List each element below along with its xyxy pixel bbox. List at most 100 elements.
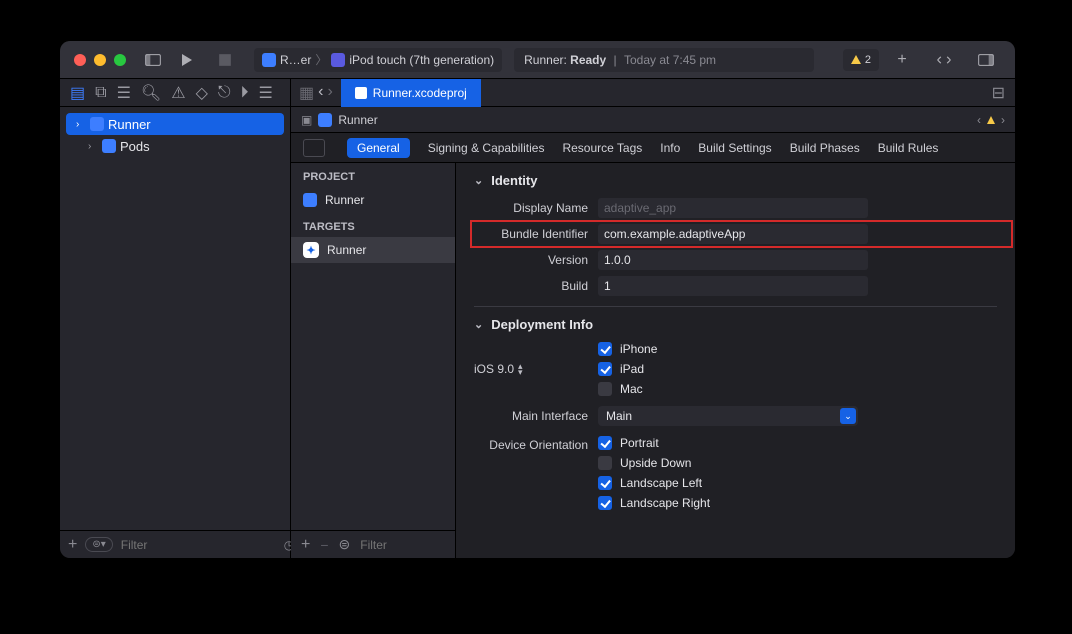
stop-button[interactable] <box>212 49 238 71</box>
tab-signing[interactable]: Signing & Capabilities <box>428 141 545 155</box>
nav-forward-button[interactable]: › <box>327 83 332 103</box>
project-icon <box>318 113 332 127</box>
warnings-badge[interactable]: 2 <box>843 49 879 71</box>
target-item-label: Runner <box>327 243 366 257</box>
device-ipad-checkbox[interactable]: iPad <box>598 362 657 376</box>
run-button[interactable] <box>174 49 200 71</box>
project-item-label: Runner <box>325 193 364 207</box>
add-target-button[interactable]: + <box>301 536 310 554</box>
scheme-device-label: iPod touch (7th generation) <box>349 53 494 67</box>
chevron-right-icon[interactable]: › <box>1001 113 1005 127</box>
warning-icon <box>851 55 861 64</box>
debug-navigator-icon[interactable]: ⎋ <box>218 84 231 102</box>
targets-footer: + − ⊜ <box>291 530 455 558</box>
disclosure-icon[interactable]: › <box>88 141 98 152</box>
build-field[interactable] <box>598 276 868 296</box>
dropdown-icon: ⌄ <box>840 408 856 424</box>
code-review-button[interactable] <box>931 49 957 71</box>
toggle-inspector-button[interactable] <box>973 49 999 71</box>
version-field[interactable] <box>598 250 868 270</box>
project-icon <box>303 193 317 207</box>
tab-resource-tags[interactable]: Resource Tags <box>562 141 642 155</box>
navigator-footer: + ⊜▾ ◷ ⊞ <box>60 530 290 558</box>
bundle-identifier-row: Bundle Identifier <box>474 224 997 244</box>
source-control-navigator-icon[interactable]: ⧉ <box>95 84 106 102</box>
toggle-navigator-button[interactable] <box>140 49 166 71</box>
orientation-upside-checkbox[interactable]: Upside Down <box>598 456 710 470</box>
navigator-filter-input[interactable] <box>121 538 276 552</box>
orientation-label: Device Orientation <box>474 436 598 452</box>
scheme-selector[interactable]: R…er 〉 iPod touch (7th generation) <box>254 48 502 72</box>
scheme-app-icon <box>262 53 276 67</box>
tab-general[interactable]: General <box>347 138 410 158</box>
targets-column: PROJECT Runner TARGETS ✦ Runner + − ⊜ <box>291 163 456 558</box>
orientation-portrait-checkbox[interactable]: Portrait <box>598 436 710 450</box>
target-item-runner[interactable]: ✦ Runner <box>291 237 455 263</box>
disclosure-icon[interactable]: › <box>76 119 86 130</box>
crumb-label[interactable]: Runner <box>338 113 377 127</box>
editor-options-icon[interactable]: ⊟ <box>992 85 1005 102</box>
orientation-landscape-right-checkbox[interactable]: Landscape Right <box>598 496 710 510</box>
tree-item-runner[interactable]: › Runner <box>66 113 284 135</box>
file-tab-label: Runner.xcodeproj <box>373 86 467 100</box>
app-icon: ✦ <box>303 242 319 258</box>
tree-item-label: Pods <box>120 139 150 154</box>
tab-build-phases[interactable]: Build Phases <box>790 141 860 155</box>
tab-build-settings[interactable]: Build Settings <box>698 141 771 155</box>
titlebar: R…er 〉 iPod touch (7th generation) Runne… <box>60 41 1015 79</box>
navigator-selector: ▤ ⧉ ☰ 🔍︎ ⚠︎ ◇ ⎋ ⏵ ☰ <box>60 79 290 107</box>
tab-bar: ▦ ‹ › Runner.xcodeproj ⊟ <box>291 79 1015 107</box>
tab-info[interactable]: Info <box>660 141 680 155</box>
chevron-down-icon: ⌄ <box>474 174 483 187</box>
activity-status: Runner: Ready | Today at 7:45 pm <box>514 48 814 72</box>
deployment-section-label: Deployment Info <box>491 317 593 332</box>
general-settings-form: ⌄ Identity Display Name Bundle Identifie… <box>456 163 1015 558</box>
stepper-icon: ▴▾ <box>518 363 523 375</box>
xcode-window: R…er 〉 iPod touch (7th generation) Runne… <box>60 41 1015 558</box>
issue-navigator-icon[interactable]: ⚠︎ <box>171 83 185 103</box>
project-icon <box>90 117 104 131</box>
project-navigator-icon[interactable]: ▤ <box>70 83 85 103</box>
ios-target-label: iOS 9.0 <box>474 362 514 376</box>
warning-icon[interactable] <box>987 116 995 124</box>
report-navigator-icon[interactable]: ☰ <box>259 83 273 103</box>
file-tab-runner[interactable]: Runner.xcodeproj <box>341 79 481 107</box>
scheme-separator-icon: 〉 <box>315 51 327 68</box>
window-controls <box>60 54 140 66</box>
filter-icon: ⊜ <box>339 536 351 553</box>
find-navigator-icon[interactable]: 🔍︎ <box>141 83 161 103</box>
bundle-id-label: Bundle Identifier <box>474 227 598 241</box>
project-item-runner[interactable]: Runner <box>291 187 455 213</box>
targets-heading: TARGETS <box>291 213 455 237</box>
status-time: Today at 7:45 pm <box>624 53 716 67</box>
project-heading: PROJECT <box>291 163 455 187</box>
device-iphone-checkbox[interactable]: iPhone <box>598 342 657 356</box>
tree-item-pods[interactable]: › Pods <box>66 135 284 157</box>
filter-scope-button[interactable]: ⊜▾ <box>85 537 112 552</box>
close-window-button[interactable] <box>74 54 86 66</box>
main-interface-select[interactable]: Main ⌄ <box>598 406 858 426</box>
deployment-section-header[interactable]: ⌄ Deployment Info <box>474 317 997 332</box>
navigator-panel: ▤ ⧉ ☰ 🔍︎ ⚠︎ ◇ ⎋ ⏵ ☰ › Runner › P <box>60 79 291 558</box>
add-files-button[interactable]: + <box>68 536 77 554</box>
tab-build-rules[interactable]: Build Rules <box>878 141 939 155</box>
chevron-left-icon[interactable]: ‹ <box>977 113 981 127</box>
symbol-navigator-icon[interactable]: ☰ <box>117 83 131 103</box>
minimize-window-button[interactable] <box>94 54 106 66</box>
main-interface-value: Main <box>606 409 632 423</box>
remove-target-button[interactable]: − <box>320 537 328 553</box>
identity-section-header[interactable]: ⌄ Identity <box>474 173 997 188</box>
scheme-device-icon <box>331 53 345 67</box>
bundle-id-field[interactable] <box>598 224 868 244</box>
related-items-icon[interactable]: ▦ <box>299 83 314 103</box>
device-mac-checkbox[interactable]: Mac <box>598 382 657 396</box>
library-add-button[interactable]: + <box>889 49 915 71</box>
breakpoint-navigator-icon[interactable]: ⏵ <box>241 84 249 102</box>
display-name-field[interactable] <box>598 198 868 218</box>
test-navigator-icon[interactable]: ◇ <box>196 83 208 103</box>
ios-target-selector[interactable]: iOS 9.0 ▴▾ <box>474 362 598 376</box>
orientation-landscape-left-checkbox[interactable]: Landscape Left <box>598 476 710 490</box>
nav-back-button[interactable]: ‹ <box>318 83 323 103</box>
panel-toggle-icon[interactable]: ▣ <box>301 113 312 127</box>
zoom-window-button[interactable] <box>114 54 126 66</box>
